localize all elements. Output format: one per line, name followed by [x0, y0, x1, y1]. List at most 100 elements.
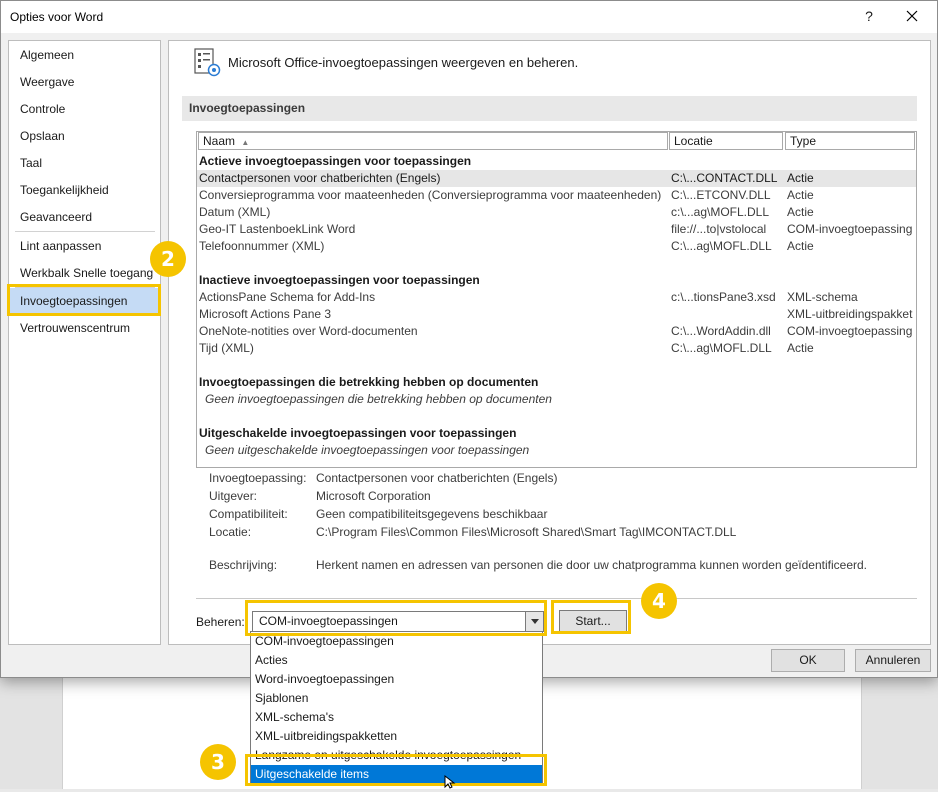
row-type: XML-uitbreidingspakket: [787, 307, 913, 321]
detail-label: Compatibiliteit:: [209, 507, 288, 521]
row-location: C:\...ETCONV.DLL: [671, 188, 771, 202]
dropdown-option[interactable]: Acties: [251, 651, 542, 670]
dropdown-option[interactable]: XML-uitbreidingspakketten: [251, 727, 542, 746]
detail-value: Herkent namen en adressen van personen d…: [316, 558, 868, 572]
detail-label: Beschrijving:: [209, 558, 278, 572]
row-type: Actie: [787, 239, 814, 253]
row-location: c:\...tionsPane3.xsd: [671, 290, 776, 304]
detail-label: Uitgever:: [209, 489, 258, 503]
close-button[interactable]: [899, 5, 925, 27]
empty-note: Geen invoegtoepassingen die betrekking h…: [205, 392, 552, 406]
step-badge-2: 2: [150, 241, 186, 277]
manage-dropdown-list: COM-invoegtoepassingen Acties Word-invoe…: [250, 631, 543, 786]
row-location: C:\...CONTACT.DLL: [671, 171, 778, 185]
manage-label: Beheren:: [196, 615, 245, 629]
dropdown-option-highlighted[interactable]: Uitgeschakelde items: [251, 765, 542, 784]
empty-note: Geen uitgeschakelde invoegtoepassingen v…: [205, 443, 530, 457]
table-row[interactable]: Contactpersonen voor chatberichten (Enge…: [197, 170, 916, 187]
divider: [196, 598, 917, 599]
sort-ascending-icon: ▲: [241, 138, 250, 147]
manage-select[interactable]: COM-invoegtoepassingen: [252, 611, 544, 632]
table-row[interactable]: Microsoft Actions Pane 3 XML-uitbreiding…: [197, 306, 916, 323]
background-margin-right: [862, 676, 938, 789]
step-badge-4: 4: [641, 583, 677, 619]
sidebar-item-werkbalk-snelle-toegang[interactable]: Werkbalk Snelle toegang: [9, 260, 160, 287]
column-header-naam[interactable]: Naam ▲: [198, 132, 668, 150]
row-type: Actie: [787, 171, 814, 185]
dropdown-option[interactable]: Word-invoegtoepassingen: [251, 670, 542, 689]
options-dialog: Opties voor Word ? Algemeen Weergave Con…: [0, 0, 938, 678]
row-name: Tijd (XML): [199, 341, 254, 355]
table-row[interactable]: OneNote-notities over Word-documenten C:…: [197, 323, 916, 340]
detail-label: Invoegtoepassing:: [209, 471, 307, 485]
addins-table: Naam ▲ Locatie Type Actieve invoegtoepas…: [196, 131, 917, 468]
row-type: Actie: [787, 205, 814, 219]
sidebar-item-lint-aanpassen[interactable]: Lint aanpassen: [9, 233, 160, 260]
sidebar-item-opslaan[interactable]: Opslaan: [9, 123, 160, 150]
group-header-active: Actieve invoegtoepassingen voor toepassi…: [199, 154, 472, 168]
sidebar-item-controle[interactable]: Controle: [9, 96, 160, 123]
mouse-cursor-icon: [444, 774, 456, 792]
dropdown-option[interactable]: Sjablonen: [251, 689, 542, 708]
dropdown-option[interactable]: XML-schema's: [251, 708, 542, 727]
table-row[interactable]: Conversieprogramma voor maateenheden (Co…: [197, 187, 916, 204]
window-title: Opties voor Word: [10, 10, 104, 24]
sidebar-divider: [15, 231, 155, 232]
group-header-disabled: Uitgeschakelde invoegtoepassingen voor t…: [199, 426, 517, 440]
manage-select-value: COM-invoegtoepassingen: [259, 614, 398, 628]
row-name: Microsoft Actions Pane 3: [199, 307, 332, 321]
page-title: Microsoft Office-invoegtoepassingen weer…: [228, 55, 579, 70]
table-row[interactable]: Datum (XML) c:\...ag\MOFL.DLL Actie: [197, 204, 916, 221]
group-header-inactive: Inactieve invoegtoepassingen voor toepas…: [199, 273, 480, 287]
ok-button[interactable]: OK: [771, 649, 845, 672]
sidebar: Algemeen Weergave Controle Opslaan Taal …: [8, 40, 161, 645]
dropdown-option[interactable]: COM-invoegtoepassingen: [251, 632, 542, 651]
row-location: file://...to|vstolocal: [671, 222, 767, 236]
row-type: Actie: [787, 188, 814, 202]
help-button[interactable]: ?: [859, 5, 879, 27]
table-row[interactable]: Telefoonnummer (XML) C:\...ag\MOFL.DLL A…: [197, 238, 916, 255]
sidebar-item-geavanceerd[interactable]: Geavanceerd: [9, 204, 160, 231]
sidebar-item-toegankelijkheid[interactable]: Toegankelijkheid: [9, 177, 160, 204]
table-row[interactable]: Tijd (XML) C:\...ag\MOFL.DLL Actie: [197, 340, 916, 357]
sidebar-item-algemeen[interactable]: Algemeen: [9, 42, 160, 69]
table-row[interactable]: Geo-IT LastenboekLink Word file://...to|…: [197, 221, 916, 238]
sidebar-item-invoegtoepassingen[interactable]: Invoegtoepassingen: [9, 288, 160, 315]
column-header-label: Naam: [203, 134, 236, 148]
row-name: ActionsPane Schema for Add-Ins: [199, 290, 376, 304]
row-location: c:\...ag\MOFL.DLL: [671, 205, 770, 219]
row-location: C:\...WordAddin.dll: [671, 324, 771, 338]
title-bar: Opties voor Word ?: [1, 1, 937, 33]
row-name: OneNote-notities over Word-documenten: [199, 324, 418, 338]
row-name: Geo-IT LastenboekLink Word: [199, 222, 356, 236]
detail-label: Locatie:: [209, 525, 252, 539]
addins-settings-icon: [194, 48, 222, 81]
table-row[interactable]: ActionsPane Schema for Add-Ins c:\...tio…: [197, 289, 916, 306]
section-header: Invoegtoepassingen: [182, 96, 917, 121]
main-panel: Microsoft Office-invoegtoepassingen weer…: [168, 40, 931, 645]
step-badge-3: 3: [200, 744, 236, 780]
detail-value: C:\Program Files\Common Files\Microsoft …: [316, 525, 737, 539]
row-type: COM-invoegtoepassing: [787, 222, 913, 236]
detail-value: Microsoft Corporation: [316, 489, 431, 503]
column-header-locatie[interactable]: Locatie: [669, 132, 783, 150]
row-location: C:\...ag\MOFL.DLL: [671, 239, 772, 253]
column-header-type[interactable]: Type: [785, 132, 915, 150]
sidebar-item-weergave[interactable]: Weergave: [9, 69, 160, 96]
cancel-button[interactable]: Annuleren: [855, 649, 931, 672]
background-margin-left: [0, 676, 62, 789]
close-icon: [906, 10, 918, 22]
row-type: COM-invoegtoepassing: [787, 324, 913, 338]
row-location: C:\...ag\MOFL.DLL: [671, 341, 772, 355]
row-name: Telefoonnummer (XML): [199, 239, 325, 253]
row-name: Datum (XML): [199, 205, 271, 219]
start-button[interactable]: Start...: [559, 610, 627, 633]
dropdown-option[interactable]: Langzame en uitgeschakelde invoegtoepass…: [251, 746, 542, 765]
detail-value: Geen compatibiliteitsgegevens beschikbaa…: [316, 507, 548, 521]
row-name: Contactpersonen voor chatberichten (Enge…: [199, 171, 441, 185]
group-header-documents: Invoegtoepassingen die betrekking hebben…: [199, 375, 539, 389]
sidebar-item-vertrouwenscentrum[interactable]: Vertrouwenscentrum: [9, 315, 160, 342]
chevron-down-icon[interactable]: [525, 612, 543, 631]
sidebar-item-taal[interactable]: Taal: [9, 150, 160, 177]
detail-value: Contactpersonen voor chatberichten (Enge…: [316, 471, 558, 485]
